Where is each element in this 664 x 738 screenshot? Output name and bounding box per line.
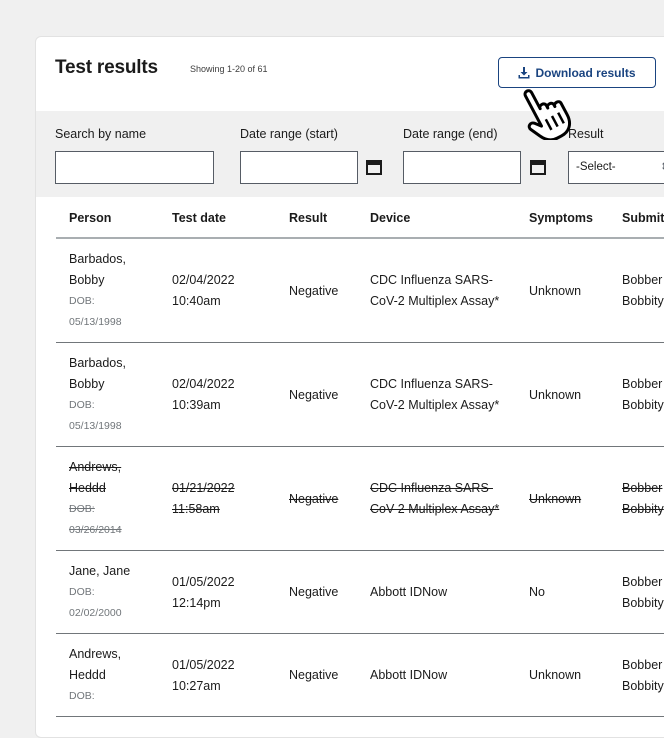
cell-person: Barbados, Bobby DOB: 05/13/1998 — [56, 342, 159, 447]
person-dob-label: DOB: — [69, 503, 95, 515]
submitter-line-1: Bobber — [622, 574, 663, 589]
test-date: 01/05/2022 — [172, 574, 235, 589]
column-device[interactable]: Device — [357, 197, 516, 239]
person-dob: 05/13/1998 — [69, 420, 122, 432]
cell-test-date: 02/04/2022 10:39am — [159, 342, 276, 447]
cell-device: Abbott IDNow — [357, 633, 516, 717]
column-result[interactable]: Result — [276, 197, 357, 239]
cell-symptoms: No — [516, 550, 609, 634]
submitter-line-1: Bobber — [622, 273, 663, 287]
cell-person: Barbados, Bobby DOB: 05/13/1998 — [56, 238, 159, 343]
download-icon — [518, 66, 530, 78]
test-results-card: Test results Showing 1-20 of 61 Download… — [35, 36, 664, 738]
cell-device: CDC Influenza SARS-CoV-2 Multiplex Assay… — [357, 446, 516, 551]
column-test-date[interactable]: Test date — [159, 197, 276, 239]
submitter-line-2: Bobbity — [622, 294, 664, 308]
date-end-input[interactable] — [403, 151, 521, 184]
submitter-line-2: Bobbity — [622, 502, 664, 516]
cell-device: CDC Influenza SARS-CoV-2 Multiplex Assay… — [357, 342, 516, 447]
cell-symptoms: Unknown — [516, 238, 609, 343]
cell-submitter: Bobber Bobbity — [609, 633, 664, 717]
column-person[interactable]: Person — [56, 197, 159, 239]
test-time: 10:39am — [172, 398, 221, 412]
test-time: 10:40am — [172, 294, 221, 308]
cell-person: Andrews, Heddd DOB: 03/26/2014 — [56, 446, 159, 551]
cell-test-date: 02/04/2022 10:40am — [159, 238, 276, 343]
result-select-value: -Select- — [576, 161, 616, 173]
hand-cursor-icon — [523, 89, 572, 140]
cell-person: Andrews, Heddd DOB: — [56, 633, 159, 717]
cell-result: Negative — [276, 446, 357, 551]
test-date: 01/05/2022 — [172, 657, 235, 672]
test-date: 01/21/2022 — [172, 481, 235, 495]
person-dob: 05/13/1998 — [69, 316, 122, 328]
submitter-line-2: Bobbity — [622, 678, 664, 693]
column-submitter[interactable]: Submit — [609, 197, 664, 239]
cell-test-date: 01/05/2022 12:14pm — [159, 550, 276, 634]
select-arrows-icon: ⇕ — [660, 160, 664, 173]
cell-test-date: 01/05/2022 10:27am — [159, 633, 276, 717]
cell-submitter: Bobber Bobbity — [609, 550, 664, 634]
person-name[interactable]: Andrews, Heddd — [69, 457, 146, 499]
date-start-label: Date range (start) — [240, 127, 338, 141]
cell-symptoms: Unknown — [516, 633, 609, 717]
table-header-row: Person Test date Result Device Symptoms … — [56, 197, 664, 239]
cell-device: CDC Influenza SARS-CoV-2 Multiplex Assay… — [357, 238, 516, 343]
calendar-icon[interactable] — [530, 159, 546, 175]
column-symptoms[interactable]: Symptoms — [516, 197, 609, 239]
table-row[interactable]: Barbados, Bobby DOB: 05/13/1998 02/04/2022 1… — [56, 342, 664, 447]
cell-result: Negative — [276, 633, 357, 717]
cell-submitter: Bobber Bobbity — [609, 342, 664, 447]
cell-person: Jane, Jane DOB: 02/02/2000 — [56, 550, 159, 634]
search-label: Search by name — [55, 127, 147, 141]
submitter-line-2: Bobbity — [622, 398, 664, 412]
person-dob: 03/26/2014 — [69, 524, 122, 536]
submitter-line-1: Bobber — [622, 481, 663, 495]
cell-submitter: Bobber Bobbity — [609, 238, 664, 343]
person-name[interactable]: Barbados, Bobby — [69, 249, 146, 291]
submitter-line-1: Bobber — [622, 657, 663, 672]
table-row[interactable]: Jane, Jane DOB: 02/02/2000 01/05/2022 12:14p… — [56, 550, 664, 634]
page-title: Test results — [55, 57, 158, 78]
test-date: 02/04/2022 — [172, 273, 235, 287]
person-dob-label: DOB: — [69, 690, 95, 702]
test-time: 11:58am — [172, 502, 220, 516]
person-dob-label: DOB: — [69, 586, 95, 598]
results-table: Person Test date Result Device Symptoms … — [56, 197, 664, 717]
person-name[interactable]: Barbados, Bobby — [69, 353, 146, 395]
submitter-line-1: Bobber — [622, 377, 663, 391]
person-dob: 02/02/2000 — [69, 607, 122, 619]
cell-result: Negative — [276, 342, 357, 447]
person-name[interactable]: Jane, Jane — [69, 561, 146, 582]
table-row[interactable]: Andrews, Heddd DOB: 01/05/2022 10:27am Negat… — [56, 633, 664, 717]
test-time: 10:27am — [172, 678, 221, 693]
person-dob-label: DOB: — [69, 295, 95, 307]
cell-result: Negative — [276, 550, 357, 634]
table-row[interactable]: Andrews, Heddd DOB: 03/26/2014 01/21/2022 11… — [56, 446, 664, 551]
table-row[interactable]: Barbados, Bobby DOB: 05/13/1998 02/04/2022 1… — [56, 238, 664, 343]
test-date: 02/04/2022 — [172, 377, 235, 391]
person-dob-label: DOB: — [69, 399, 95, 411]
person-name[interactable]: Andrews, Heddd — [69, 644, 146, 686]
cell-result: Negative — [276, 238, 357, 343]
search-input[interactable] — [55, 151, 214, 184]
date-start-input[interactable] — [240, 151, 358, 184]
cell-test-date: 01/21/2022 11:58am — [159, 446, 276, 551]
result-select[interactable]: -Select- ⇕ — [568, 151, 664, 184]
cell-device: Abbott IDNow — [357, 550, 516, 634]
cell-submitter: Bobber Bobbity — [609, 446, 664, 551]
calendar-icon[interactable] — [366, 159, 382, 175]
date-end-label: Date range (end) — [403, 127, 498, 141]
cell-symptoms: Unknown — [516, 446, 609, 551]
submitter-line-2: Bobbity — [622, 595, 664, 610]
cell-symptoms: Unknown — [516, 342, 609, 447]
test-time: 12:14pm — [172, 595, 221, 610]
results-count: Showing 1-20 of 61 — [190, 64, 268, 74]
